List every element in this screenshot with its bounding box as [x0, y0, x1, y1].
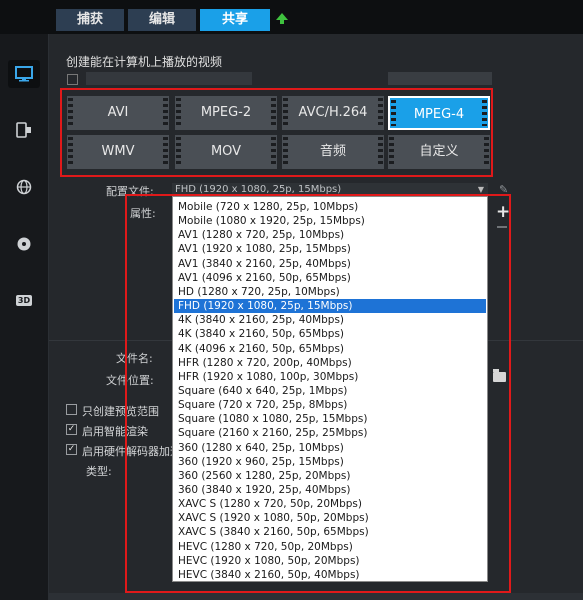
3d-icon[interactable]: 3D	[8, 286, 40, 314]
disc-icon[interactable]	[8, 230, 40, 258]
upload-arrow-icon[interactable]	[276, 13, 288, 24]
tab-capture[interactable]: 捕获	[56, 9, 124, 31]
hw-decoder-checkbox[interactable]: ✓	[66, 444, 77, 455]
sidebar: 3D	[0, 34, 49, 600]
panel-heading: 创建能在计算机上播放的视频	[66, 55, 223, 69]
ghost-field[interactable]	[86, 72, 252, 85]
globe-icon[interactable]	[8, 173, 40, 201]
bottom-strip	[49, 593, 583, 600]
tab-share[interactable]: 共享	[200, 9, 270, 31]
ghost-button[interactable]	[388, 72, 492, 85]
format-highlight-frame	[60, 88, 493, 177]
type-label: 类型:	[86, 465, 112, 478]
smart-render-checkbox[interactable]: ✓	[66, 424, 77, 435]
top-bar: 捕获 编辑 共享	[0, 0, 583, 34]
ghost-checkbox[interactable]	[67, 74, 78, 85]
tab-edit[interactable]: 编辑	[128, 9, 196, 31]
device-icon[interactable]	[8, 116, 40, 144]
monitor-icon[interactable]	[8, 60, 40, 88]
list-highlight-frame	[125, 194, 511, 593]
preview-range-checkbox[interactable]	[66, 404, 77, 415]
